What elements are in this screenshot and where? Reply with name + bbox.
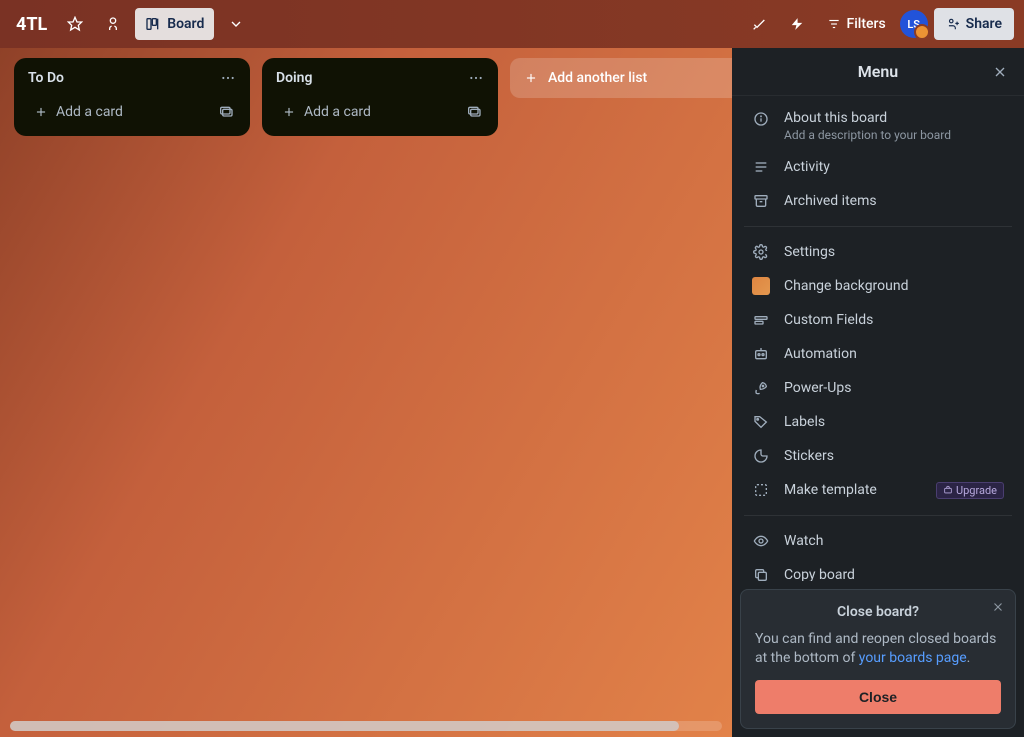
more-icon[interactable] bbox=[220, 70, 236, 86]
add-card-label: Add a card bbox=[56, 104, 123, 120]
share-button[interactable]: Share bbox=[934, 8, 1014, 40]
share-icon bbox=[946, 17, 960, 31]
archive-icon bbox=[752, 192, 770, 210]
confirm-title: Close board? bbox=[755, 604, 1001, 620]
confirm-link[interactable]: your boards page bbox=[859, 650, 967, 666]
tag-icon bbox=[752, 413, 770, 431]
card-template-icon[interactable] bbox=[464, 102, 484, 122]
menu-item-label: Change background bbox=[784, 278, 1004, 294]
close-board-confirm: Close board? You can find and reopen clo… bbox=[740, 589, 1016, 729]
menu-item-labels[interactable]: Labels bbox=[742, 405, 1014, 439]
workspace-visibility-icon[interactable] bbox=[97, 8, 129, 40]
list-title[interactable]: Doing bbox=[276, 70, 312, 86]
menu-item-change-background[interactable]: Change background bbox=[742, 269, 1014, 303]
list-todo: To Do Add a card bbox=[14, 58, 250, 136]
plus-icon bbox=[34, 105, 48, 119]
board-icon bbox=[145, 16, 161, 32]
card-template-icon[interactable] bbox=[216, 102, 236, 122]
chevron-down-icon[interactable] bbox=[220, 8, 252, 40]
menu-item-activity[interactable]: Activity bbox=[742, 150, 1014, 184]
menu-item-label: Activity bbox=[784, 159, 1004, 175]
topbar: 4TL Board Filters LS Share bbox=[0, 0, 1024, 48]
menu-item-label: Stickers bbox=[784, 448, 1004, 464]
menu-item-automation[interactable]: Automation bbox=[742, 337, 1014, 371]
menu-item-about[interactable]: About this board Add a description to yo… bbox=[742, 102, 1014, 150]
menu-item-label: Power-Ups bbox=[784, 380, 1004, 396]
menu-item-power-ups[interactable]: Power-Ups bbox=[742, 371, 1014, 405]
list-title[interactable]: To Do bbox=[28, 70, 64, 86]
menu-item-label: Custom Fields bbox=[784, 312, 1004, 328]
sticker-icon bbox=[752, 447, 770, 465]
plus-icon bbox=[524, 71, 538, 85]
background-swatch-icon bbox=[752, 277, 770, 295]
confirm-text-after: . bbox=[967, 650, 971, 666]
filter-icon bbox=[827, 17, 841, 31]
topbar-right: Filters LS Share bbox=[743, 8, 1015, 40]
automation-bolt-icon[interactable] bbox=[781, 8, 813, 40]
scrollbar-thumb[interactable] bbox=[10, 721, 679, 731]
menu-item-label: About this board bbox=[784, 110, 887, 126]
avatar[interactable]: LS bbox=[900, 10, 928, 38]
menu-title: Menu bbox=[858, 62, 898, 81]
close-icon[interactable] bbox=[988, 60, 1012, 84]
menu-item-label: Make template bbox=[784, 482, 922, 498]
filters-button[interactable]: Filters bbox=[819, 8, 894, 40]
board-view-label: Board bbox=[167, 16, 204, 32]
menu-item-label: Watch bbox=[784, 533, 1004, 549]
menu-panel: Menu About this board Add a description … bbox=[732, 48, 1024, 737]
menu-item-settings[interactable]: Settings bbox=[742, 235, 1014, 269]
main: To Do Add a card Doing bbox=[0, 48, 1024, 737]
activity-icon bbox=[752, 158, 770, 176]
menu-item-label: Copy board bbox=[784, 567, 1004, 581]
menu-item-archived[interactable]: Archived items bbox=[742, 184, 1014, 218]
add-list-label: Add another list bbox=[548, 70, 647, 86]
add-card-button[interactable]: Add a card bbox=[28, 100, 216, 124]
upgrade-badge[interactable]: Upgrade bbox=[936, 482, 1004, 499]
add-card-button[interactable]: Add a card bbox=[276, 100, 464, 124]
plus-icon bbox=[282, 105, 296, 119]
eye-icon bbox=[752, 532, 770, 550]
close-button[interactable]: Close bbox=[755, 680, 1001, 714]
menu-item-sublabel: Add a description to your board bbox=[784, 128, 1004, 142]
info-icon bbox=[752, 110, 770, 128]
add-list-button[interactable]: Add another list bbox=[510, 58, 732, 98]
divider bbox=[744, 226, 1012, 227]
board-view-button[interactable]: Board bbox=[135, 8, 214, 40]
divider bbox=[744, 515, 1012, 516]
board-canvas[interactable]: To Do Add a card Doing bbox=[0, 48, 732, 737]
horizontal-scrollbar[interactable] bbox=[10, 721, 722, 731]
share-label: Share bbox=[966, 16, 1002, 32]
menu-item-custom-fields[interactable]: Custom Fields bbox=[742, 303, 1014, 337]
rocket-icon[interactable] bbox=[743, 8, 775, 40]
rocket-icon bbox=[752, 379, 770, 397]
confirm-text: You can find and reopen closed boards at… bbox=[755, 630, 1001, 668]
close-icon[interactable] bbox=[991, 600, 1005, 614]
list-doing: Doing Add a card bbox=[262, 58, 498, 136]
briefcase-icon bbox=[943, 485, 953, 495]
star-icon[interactable] bbox=[59, 8, 91, 40]
more-icon[interactable] bbox=[468, 70, 484, 86]
filters-label: Filters bbox=[847, 16, 886, 32]
menu-item-stickers[interactable]: Stickers bbox=[742, 439, 1014, 473]
menu-item-label: Labels bbox=[784, 414, 1004, 430]
menu-header: Menu bbox=[732, 48, 1024, 96]
board-name[interactable]: 4TL bbox=[16, 14, 47, 35]
gear-icon bbox=[752, 243, 770, 261]
menu-item-watch[interactable]: Watch bbox=[742, 524, 1014, 558]
custom-fields-icon bbox=[752, 311, 770, 329]
menu-body: About this board Add a description to yo… bbox=[732, 96, 1024, 581]
template-icon bbox=[752, 481, 770, 499]
upgrade-label: Upgrade bbox=[956, 484, 997, 497]
copy-icon bbox=[752, 566, 770, 581]
menu-item-copy-board[interactable]: Copy board bbox=[742, 558, 1014, 581]
menu-item-make-template[interactable]: Make template Upgrade bbox=[742, 473, 1014, 507]
add-card-label: Add a card bbox=[304, 104, 371, 120]
menu-item-label: Automation bbox=[784, 346, 1004, 362]
automation-icon bbox=[752, 345, 770, 363]
menu-item-label: Archived items bbox=[784, 193, 1004, 209]
menu-item-label: Settings bbox=[784, 244, 1004, 260]
